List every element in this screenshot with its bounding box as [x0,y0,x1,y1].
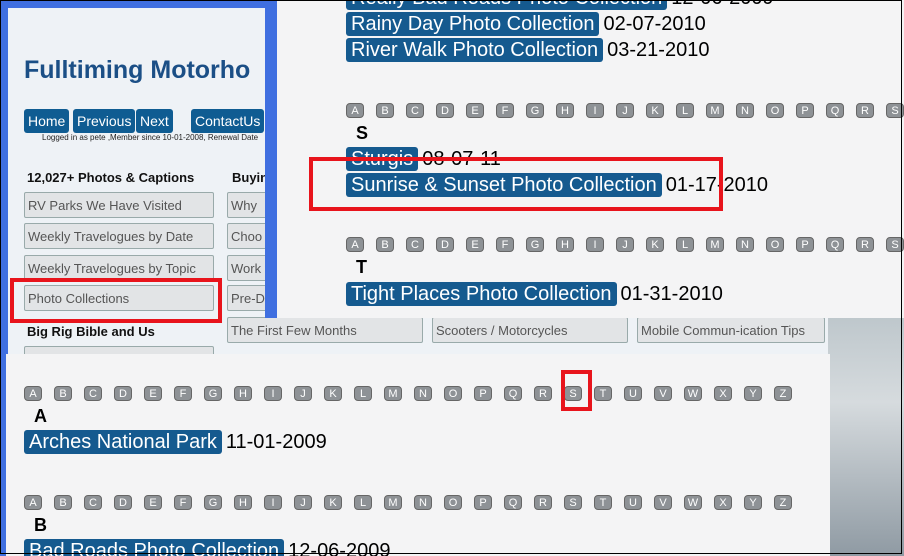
image-border [0,0,902,554]
